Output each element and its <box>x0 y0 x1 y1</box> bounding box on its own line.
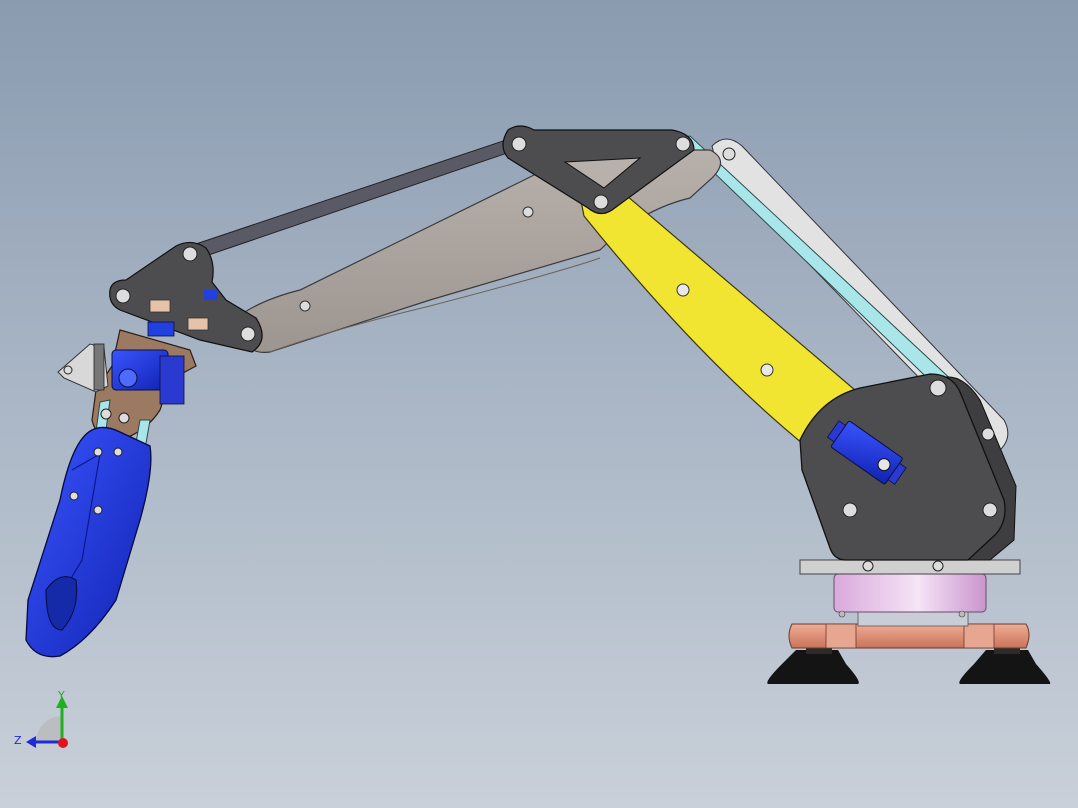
screw-head-icon <box>981 427 995 441</box>
screw-head-icon <box>118 412 130 424</box>
screw-head-icon <box>63 365 73 375</box>
screw-head-icon <box>760 363 774 377</box>
screw-head-icon <box>100 408 112 420</box>
screw-head-icon <box>958 610 966 618</box>
screw-head-icon <box>676 283 690 297</box>
yellow-link-body <box>579 183 863 449</box>
screw-head-icon <box>511 136 527 152</box>
screw-head-icon <box>675 136 691 152</box>
triad-z-label: Z <box>14 734 22 747</box>
mounting-flange <box>799 559 1021 575</box>
screw-head-icon <box>838 610 846 618</box>
bracket-pad <box>149 299 171 313</box>
screw-head-icon <box>115 288 131 304</box>
screw-head-icon <box>240 326 256 342</box>
screw-head-icon <box>593 194 609 210</box>
triad-z-arrow <box>26 736 36 748</box>
yellow-link[interactable] <box>579 175 863 449</box>
base-block-left <box>825 623 857 649</box>
wrist-servo-tab <box>204 290 218 300</box>
triad-x-axis <box>58 738 68 748</box>
base-assembly[interactable] <box>767 559 1051 684</box>
screw-head-icon <box>722 147 736 161</box>
screw-head-icon <box>862 560 874 572</box>
screw-head-icon <box>982 502 998 518</box>
screw-head-icon <box>93 447 103 457</box>
suction-cup-right <box>959 650 1051 684</box>
screw-head-icon <box>299 300 311 312</box>
gripper-jaw <box>25 426 152 658</box>
axis-triad-icon: Y Z <box>14 689 68 748</box>
bracket-pad <box>187 317 209 331</box>
screw-head-icon <box>69 491 79 501</box>
triad-quadrant <box>36 716 62 742</box>
turntable <box>833 573 987 613</box>
screw-head-icon <box>929 379 947 397</box>
base-block-right <box>963 623 995 649</box>
screw-head-icon <box>113 447 123 457</box>
wrist-servo-gear <box>118 368 138 388</box>
screw-head-icon <box>932 560 944 572</box>
wrist-servo-horn <box>147 321 175 337</box>
screw-head-icon <box>182 246 198 262</box>
cad-viewport[interactable]: Y Z <box>0 0 1078 808</box>
wrist-clip-bar <box>93 343 105 391</box>
suction-cup-left <box>767 650 859 684</box>
screw-head-icon <box>93 505 103 515</box>
triad-y-label: Y <box>57 689 65 702</box>
gripper-assembly[interactable] <box>25 329 197 658</box>
wrist-servo-side <box>159 355 185 405</box>
screw-head-icon <box>842 502 858 518</box>
robot-arm-model[interactable]: Y Z <box>0 0 1078 808</box>
screw-head-icon <box>522 206 534 218</box>
